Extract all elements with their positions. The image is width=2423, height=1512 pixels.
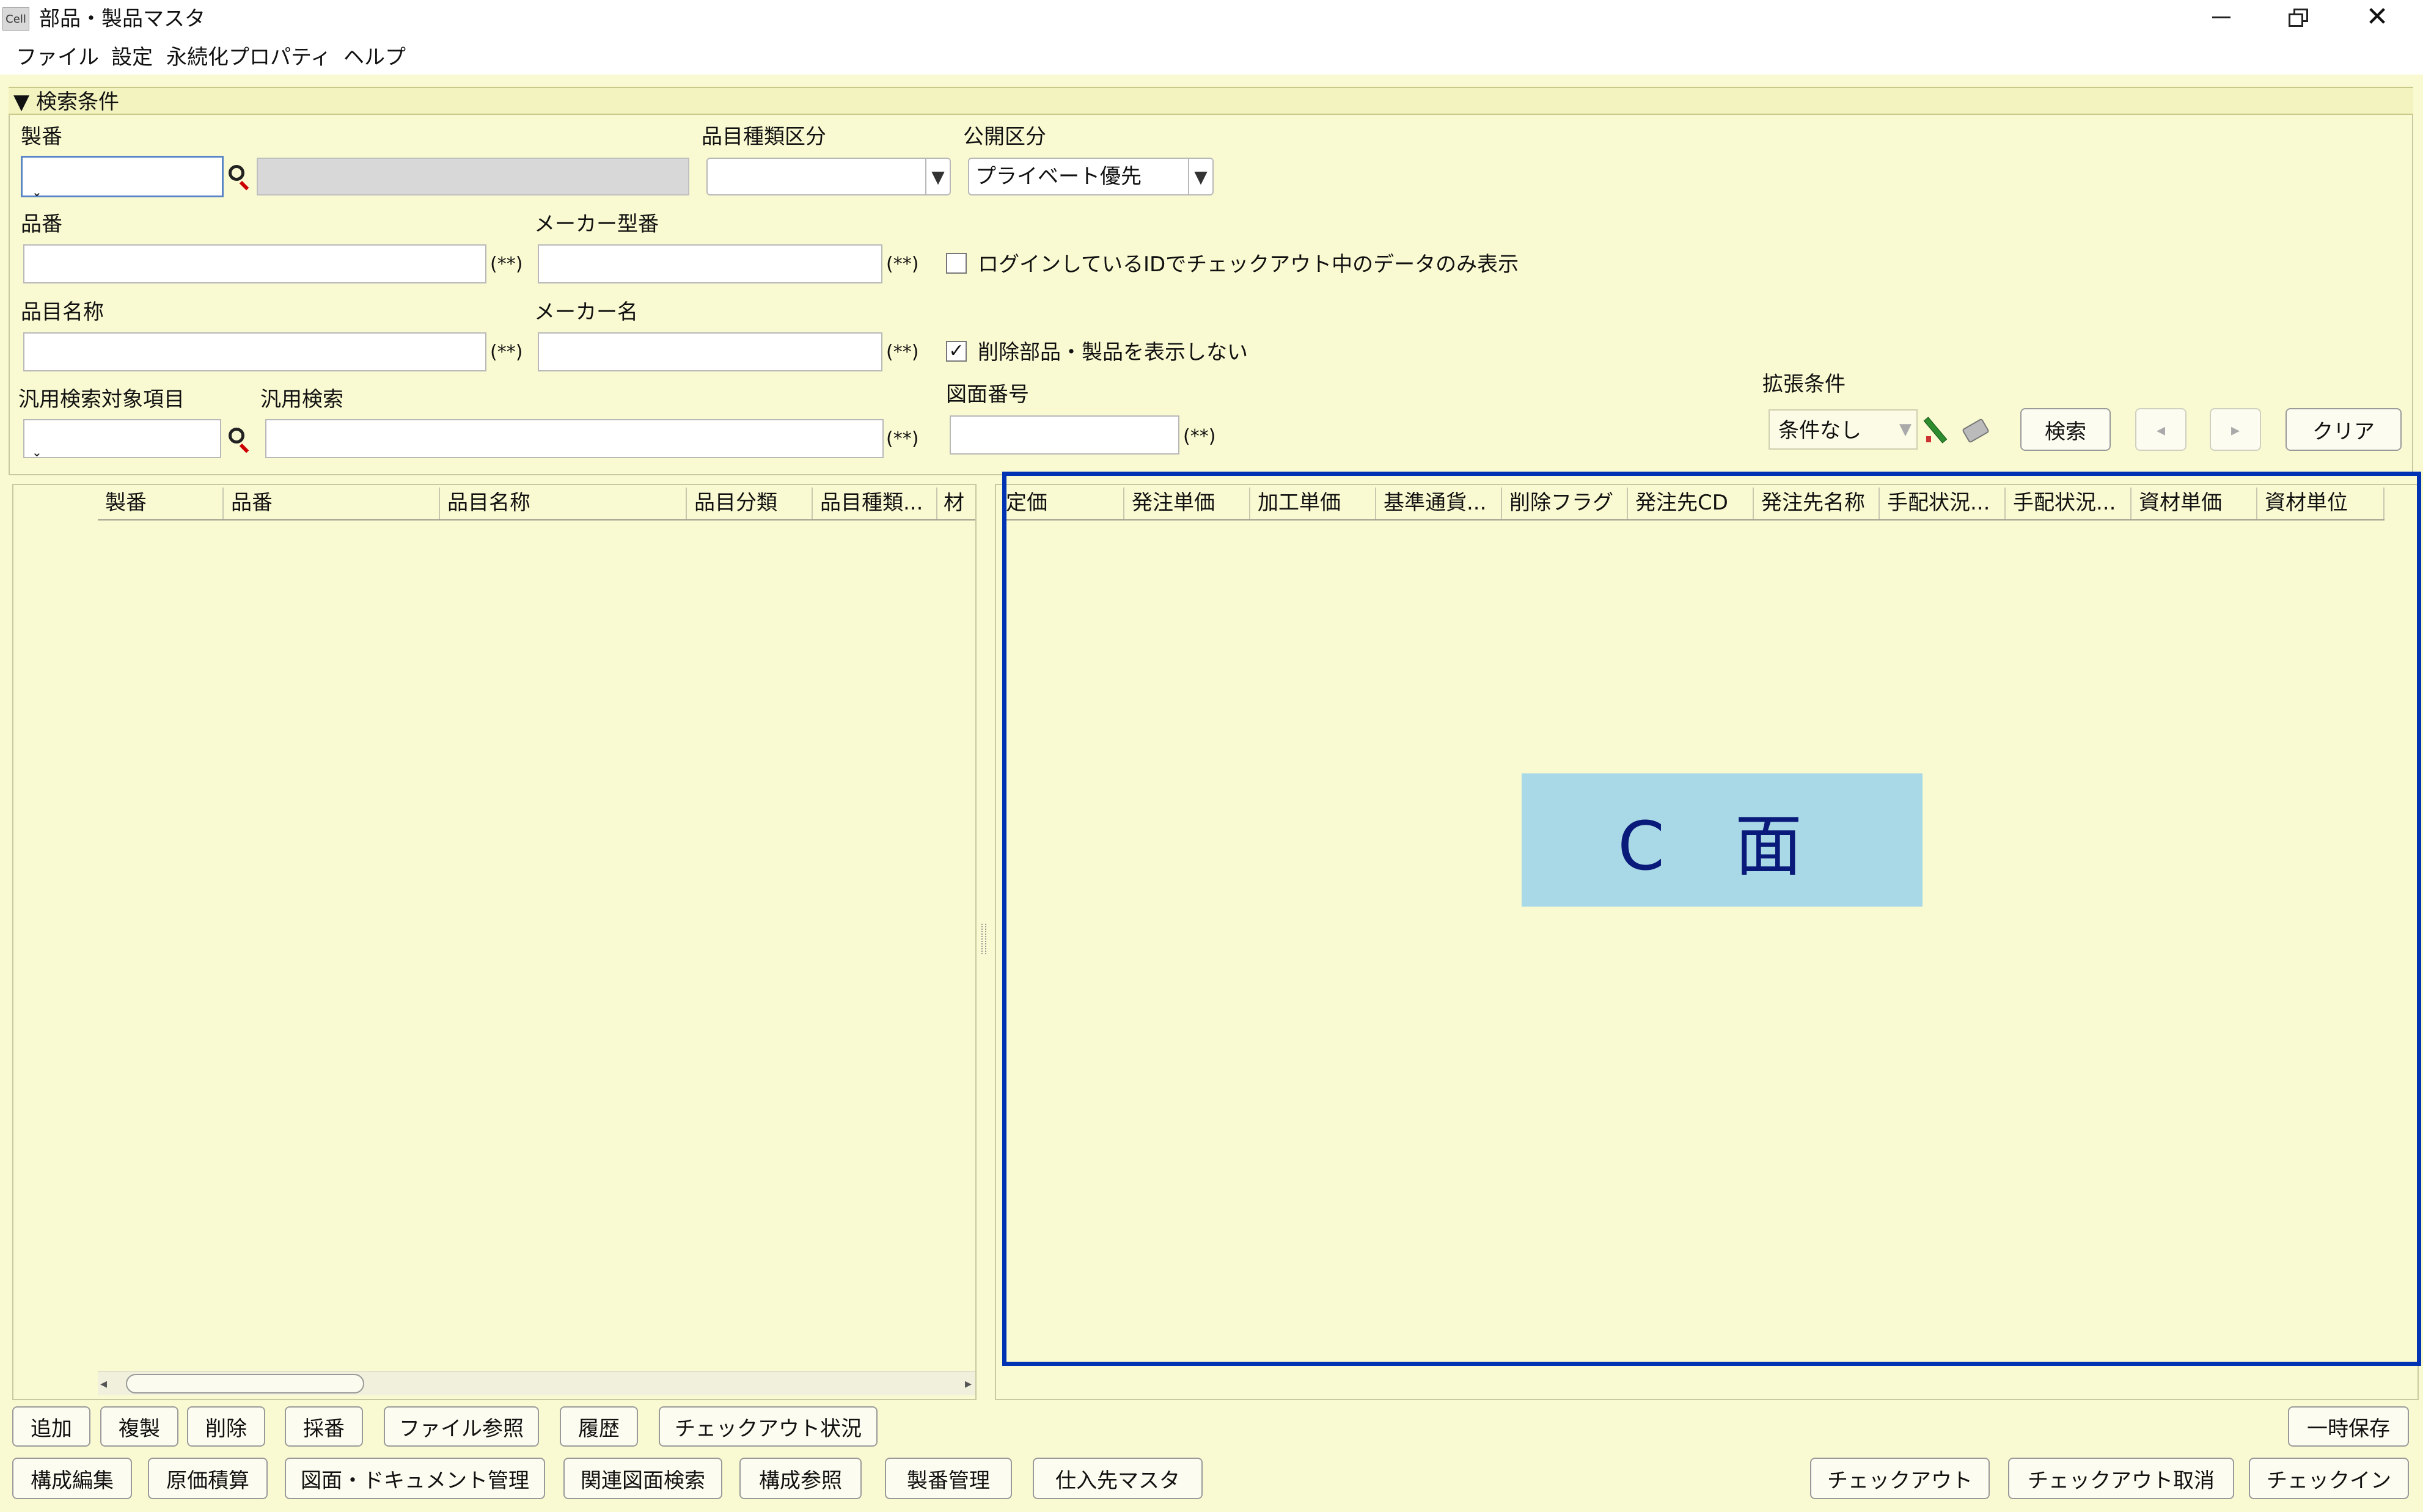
numbering-button[interactable]: 採番: [285, 1406, 363, 1447]
hide-deleted-label: 削除部品・製品を表示しない: [978, 340, 1248, 365]
hinban-wildcard-note: (**): [490, 254, 523, 275]
seiban-search-icon[interactable]: [226, 163, 252, 191]
hinmoku-kind-select[interactable]: ▼: [706, 158, 951, 195]
restore-icon[interactable]: [2289, 9, 2308, 27]
c-face-overlay: C 面: [1522, 773, 1923, 907]
column-divider: [222, 488, 224, 519]
general-search-wildcard-note: (**): [886, 428, 919, 450]
menu-file[interactable]: ファイル: [16, 47, 99, 68]
duplicate-button[interactable]: 複製: [100, 1406, 178, 1447]
cost-estimate-button[interactable]: 原価積算: [148, 1458, 268, 1499]
close-icon[interactable]: ✕: [2365, 4, 2389, 31]
checkout-button[interactable]: チェックアウト: [1810, 1458, 1990, 1499]
minimize-icon[interactable]: [2212, 16, 2231, 18]
prev-button[interactable]: ◂: [2135, 408, 2187, 451]
checkout-cancel-button[interactable]: チェックアウト取消: [2008, 1458, 2234, 1499]
checkout-only-label: ログインしているIDでチェックアウト中のデータのみ表示: [978, 252, 1519, 277]
window-title: 部品・製品マスタ: [39, 7, 205, 31]
column-divider: [812, 488, 813, 519]
hinban-input[interactable]: [23, 244, 486, 283]
left-table-pane: [12, 484, 977, 1400]
general-target-label: 汎用検索対象項目: [18, 387, 185, 412]
left-col-header[interactable]: 品目名称: [447, 492, 530, 513]
temp-save-button[interactable]: 一時保存: [2288, 1406, 2409, 1447]
menu-settings[interactable]: 設定: [111, 47, 153, 68]
menu-persist-props[interactable]: 永続化プロパティ: [166, 47, 331, 68]
left-col-header: 材: [944, 492, 964, 515]
drawing-no-input[interactable]: [950, 415, 1179, 455]
search-button[interactable]: 検索: [2020, 408, 2111, 451]
maker-name-input[interactable]: [538, 332, 882, 371]
hinban-label: 品番: [21, 212, 62, 236]
checkin-button[interactable]: チェックイン: [2249, 1458, 2409, 1499]
seiban-management-button[interactable]: 製番管理: [885, 1458, 1012, 1499]
supplier-master-button[interactable]: 仕入先マスタ: [1033, 1458, 1203, 1499]
maker-model-input[interactable]: [538, 244, 882, 283]
general-search-icon[interactable]: [226, 425, 252, 453]
c-face-highlight-frame: [1002, 472, 2421, 1366]
hide-deleted-checkbox[interactable]: ✓: [946, 341, 967, 362]
ext-value: 条件なし: [1778, 418, 1861, 443]
kokai-value: プライベート優先: [975, 164, 1142, 189]
related-drawing-search-button[interactable]: 関連図面検索: [563, 1458, 722, 1499]
clear-button[interactable]: クリア: [2286, 408, 2402, 451]
next-button[interactable]: ▸: [2210, 408, 2261, 451]
scroll-thumb[interactable]: [126, 1374, 364, 1393]
pencil-icon[interactable]: [1923, 415, 1948, 446]
left-col-header-clip[interactable]: 材: [944, 492, 974, 517]
menu-help[interactable]: ヘルプ: [343, 47, 406, 68]
left-col-header[interactable]: 製番: [105, 492, 147, 513]
c-face-label: C 面: [1618, 807, 1827, 885]
general-search-input[interactable]: [265, 419, 884, 458]
ext-select[interactable]: 条件なし ▼: [1769, 409, 1918, 450]
ext-label: 拡張条件: [1762, 372, 1846, 396]
checkout-only-checkbox[interactable]: [946, 253, 967, 274]
maker-name-label: メーカー名: [534, 300, 638, 324]
checkout-status-button[interactable]: チェックアウト状況: [659, 1406, 878, 1447]
drawing-no-label: 図面番号: [946, 382, 1029, 407]
eraser-icon[interactable]: [1960, 418, 1991, 445]
pane-splitter[interactable]: [977, 484, 991, 1400]
app-icon: Cell: [2, 7, 29, 31]
structure-reference-button[interactable]: 構成参照: [739, 1458, 862, 1499]
history-button[interactable]: 履歴: [560, 1406, 638, 1447]
search-section-title[interactable]: ▼ 検索条件: [13, 92, 119, 112]
chevron-down-icon[interactable]: ▼: [1899, 420, 1912, 439]
chevron-down-icon[interactable]: ▼: [1188, 159, 1212, 194]
left-horizontal-scrollbar[interactable]: ◂ ▸: [98, 1371, 975, 1395]
drawing-document-button[interactable]: 図面・ドキュメント管理: [285, 1458, 545, 1499]
general-target-select[interactable]: [23, 419, 221, 458]
scroll-left-icon[interactable]: ◂: [100, 1376, 107, 1392]
hinmoku-name-label: 品目名称: [21, 300, 104, 324]
kokai-label: 公開区分: [963, 125, 1046, 149]
left-col-header[interactable]: 品目種類...: [820, 492, 923, 513]
file-reference-button[interactable]: ファイル参照: [384, 1406, 539, 1447]
search-section-header[interactable]: [9, 87, 2413, 115]
maker-model-label: メーカー型番: [534, 212, 659, 236]
delete-button[interactable]: 削除: [187, 1406, 265, 1447]
title-bar: Cell 部品・製品マスタ ✕: [0, 0, 2423, 37]
maker-model-wildcard-note: (**): [886, 254, 919, 275]
structure-edit-button[interactable]: 構成編集: [12, 1458, 132, 1499]
seiban-input[interactable]: [21, 156, 224, 197]
hinmoku-kind-label: 品目種類区分: [702, 125, 826, 149]
seiban-label: 製番: [21, 125, 62, 149]
maker-name-wildcard-note: (**): [886, 341, 919, 363]
left-col-header[interactable]: 品目分類: [694, 492, 777, 513]
hinmoku-name-wildcard-note: (**): [490, 341, 523, 363]
column-divider: [686, 488, 687, 519]
column-divider: [936, 488, 937, 519]
general-target-dropdown-icon[interactable]: ⌄: [32, 446, 42, 458]
seiban-name-display: [257, 158, 689, 195]
seiban-dropdown-icon[interactable]: ⌄: [32, 186, 42, 198]
chevron-down-icon[interactable]: ▼: [925, 159, 950, 194]
left-col-header[interactable]: 品番: [231, 492, 273, 513]
column-divider: [439, 488, 440, 519]
general-search-label: 汎用検索: [260, 387, 343, 412]
kokai-select[interactable]: プライベート優先 ▼: [968, 158, 1214, 195]
add-button[interactable]: 追加: [12, 1406, 90, 1447]
drawing-no-wildcard-note: (**): [1183, 426, 1216, 447]
hinmoku-name-input[interactable]: [23, 332, 486, 371]
scroll-right-icon[interactable]: ▸: [965, 1376, 972, 1392]
